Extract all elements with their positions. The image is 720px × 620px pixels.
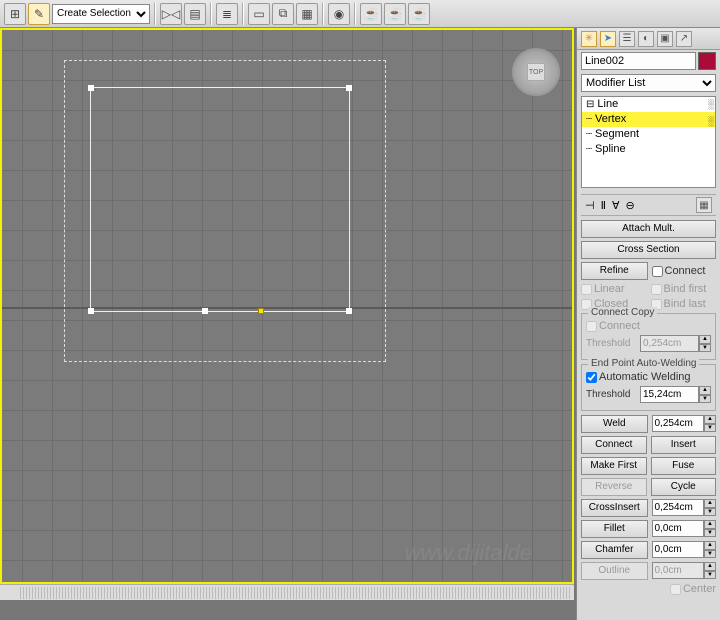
connect-checkbox[interactable]: Connect bbox=[652, 262, 717, 280]
command-panel: ✳ ➤ ☰ ◐ ▣ ↗ Line002 Modifier List ░ ⊟ Li… bbox=[576, 28, 720, 620]
mirror-icon[interactable]: ▷◁ bbox=[160, 3, 182, 25]
connect-copy-label: Connect Copy bbox=[588, 307, 657, 318]
schematic-view-icon[interactable]: ▦ bbox=[296, 3, 318, 25]
vertex[interactable] bbox=[346, 85, 352, 91]
outline-spinner: 0,0cm▲▼ bbox=[652, 562, 717, 579]
connect-button[interactable]: Connect bbox=[581, 436, 647, 454]
render-frame-icon[interactable]: ☕ bbox=[384, 3, 406, 25]
stack-segment[interactable]: ┈ Segment bbox=[582, 127, 715, 142]
create-tab-icon[interactable]: ✳ bbox=[581, 31, 597, 47]
utilities-tab-icon[interactable]: ↗ bbox=[676, 31, 692, 47]
selection-set-dropdown[interactable]: Create Selection Se bbox=[52, 4, 150, 24]
refine-button[interactable]: Refine bbox=[581, 262, 648, 280]
center-checkbox: Center bbox=[670, 583, 716, 595]
bind-last-checkbox: Bind last bbox=[651, 298, 717, 310]
outline-button: Outline bbox=[581, 562, 648, 580]
linear-checkbox: Linear bbox=[581, 283, 647, 295]
configure-sets-icon[interactable]: ▦ bbox=[696, 197, 712, 213]
chamfer-button[interactable]: Chamfer bbox=[581, 541, 648, 559]
show-end-result-icon[interactable]: Ⅱ bbox=[601, 199, 606, 212]
crossinsert-spinner[interactable]: 0,254cm▲▼ bbox=[652, 499, 717, 516]
stack-spline[interactable]: ┈ Spline bbox=[582, 142, 715, 157]
hierarchy-tab-icon[interactable]: ☰ bbox=[619, 31, 635, 47]
connect-copy-group: Connect Copy Connect Threshold 0,254cm▲▼ bbox=[581, 313, 716, 360]
auto-weld-label: End Point Auto-Welding bbox=[588, 358, 699, 369]
cycle-button[interactable]: Cycle bbox=[651, 478, 717, 496]
command-tabs: ✳ ➤ ☰ ◐ ▣ ↗ bbox=[577, 28, 720, 50]
timeline-scrollbar[interactable] bbox=[0, 584, 574, 600]
viewport-top[interactable]: TOP www.dijitalde bbox=[0, 28, 574, 584]
insert-button[interactable]: Insert bbox=[651, 436, 717, 454]
aw-threshold-spinner[interactable]: 15,24cm▲▼ bbox=[640, 386, 711, 403]
curve-editor-icon[interactable]: ▭ bbox=[248, 3, 270, 25]
make-unique-icon[interactable]: ∀ bbox=[612, 199, 620, 212]
quick-render-icon[interactable]: ☕ bbox=[408, 3, 430, 25]
aw-threshold-label: Threshold bbox=[586, 386, 636, 403]
modifier-stack[interactable]: ░ ⊟ Line ┈ Vertex░ ┈ Segment ┈ Spline bbox=[581, 96, 716, 188]
vertex-selected[interactable] bbox=[258, 308, 264, 314]
object-name-field[interactable]: Line002 bbox=[581, 52, 696, 70]
watermark: www.dijitalde bbox=[405, 540, 532, 566]
align-icon[interactable]: ▤ bbox=[184, 3, 206, 25]
stack-type-icon: ░ bbox=[708, 99, 713, 109]
pin-stack-icon[interactable]: ⊣ bbox=[585, 199, 595, 212]
layers-icon[interactable]: ≣ bbox=[216, 3, 238, 25]
cc-threshold-label: Threshold bbox=[586, 335, 636, 352]
fillet-spinner[interactable]: 0,0cm▲▼ bbox=[652, 520, 717, 537]
connect-copy-checkbox: Connect bbox=[586, 320, 711, 332]
rollout-geometry: Attach Mult. Cross Section Refine Connec… bbox=[577, 216, 720, 620]
chamfer-spinner[interactable]: 0,0cm▲▼ bbox=[652, 541, 717, 558]
object-color-swatch[interactable] bbox=[698, 52, 716, 70]
modify-tab-icon[interactable]: ➤ bbox=[600, 31, 616, 47]
stack-controls: ⊣ Ⅱ ∀ ⊖ ▦ bbox=[581, 194, 716, 216]
viewcube[interactable]: TOP bbox=[512, 48, 560, 96]
crossinsert-button[interactable]: CrossInsert bbox=[581, 499, 648, 517]
cc-threshold-spinner: 0,254cm▲▼ bbox=[640, 335, 711, 352]
toolbar-icon-1[interactable]: ⊞ bbox=[4, 3, 26, 25]
make-first-button[interactable]: Make First bbox=[581, 457, 647, 475]
reverse-button: Reverse bbox=[581, 478, 647, 496]
stack-vertex[interactable]: ┈ Vertex░ bbox=[582, 112, 715, 127]
vertex[interactable] bbox=[202, 308, 208, 314]
attach-mult-button[interactable]: Attach Mult. bbox=[581, 220, 716, 238]
line-shape bbox=[90, 87, 350, 312]
weld-spinner[interactable]: 0,254cm▲▼ bbox=[652, 415, 717, 432]
bind-first-checkbox: Bind first bbox=[651, 283, 717, 295]
auto-welding-checkbox[interactable]: Automatic Welding bbox=[586, 371, 711, 383]
motion-tab-icon[interactable]: ◐ bbox=[638, 31, 654, 47]
fuse-button[interactable]: Fuse bbox=[651, 457, 717, 475]
dope-sheet-icon[interactable]: ⧉ bbox=[272, 3, 294, 25]
auto-welding-group: End Point Auto-Welding Automatic Welding… bbox=[581, 364, 716, 411]
modifier-list-dropdown[interactable]: Modifier List bbox=[581, 74, 716, 92]
display-tab-icon[interactable]: ▣ bbox=[657, 31, 673, 47]
stack-line[interactable]: ⊟ Line bbox=[582, 97, 715, 112]
cross-section-button[interactable]: Cross Section bbox=[581, 241, 716, 259]
render-setup-icon[interactable]: ☕ bbox=[360, 3, 382, 25]
fillet-button[interactable]: Fillet bbox=[581, 520, 648, 538]
viewcube-face[interactable]: TOP bbox=[527, 63, 545, 81]
vertex[interactable] bbox=[88, 308, 94, 314]
top-toolbar: ⊞ ✎ Create Selection Se ▷◁ ▤ ≣ ▭ ⧉ ▦ ◉ ☕… bbox=[0, 0, 720, 28]
material-editor-icon[interactable]: ◉ bbox=[328, 3, 350, 25]
toolbar-icon-2[interactable]: ✎ bbox=[28, 3, 50, 25]
weld-button[interactable]: Weld bbox=[581, 415, 648, 433]
remove-modifier-icon[interactable]: ⊖ bbox=[626, 199, 635, 212]
vertex[interactable] bbox=[88, 85, 94, 91]
vertex[interactable] bbox=[346, 308, 352, 314]
